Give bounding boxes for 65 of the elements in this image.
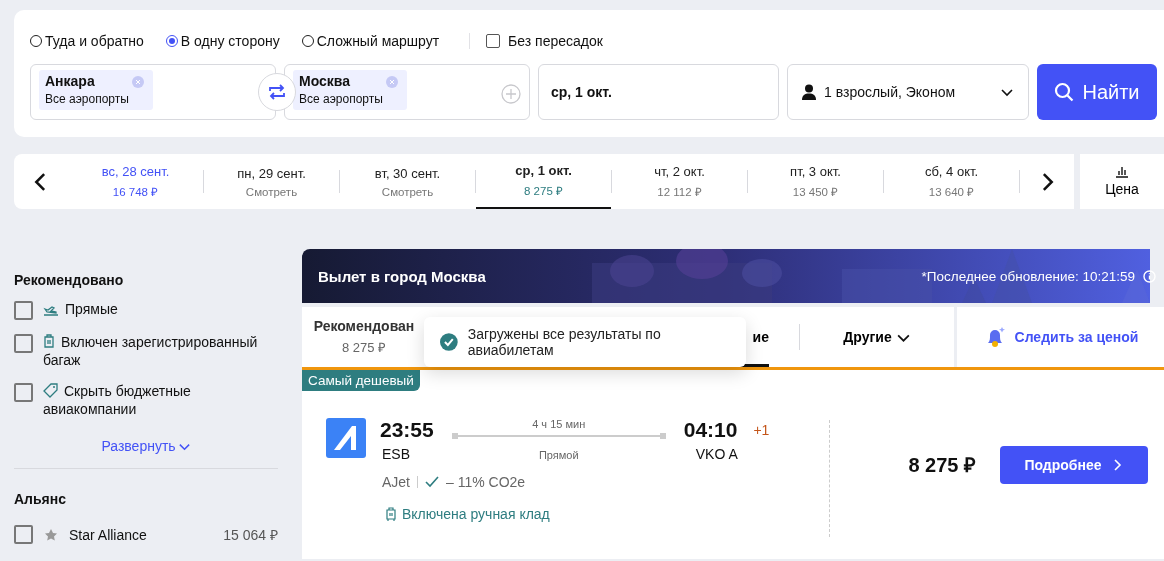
swap-icon <box>268 84 286 100</box>
date-tab[interactable]: чт, 2 окт. 12 112 ₽ <box>612 154 747 209</box>
date-tab[interactable]: пн, 29 сент. Смотреть <box>204 154 339 209</box>
date-tab[interactable]: ср, 1 окт. 8 275 ₽ <box>476 154 611 209</box>
to-field[interactable]: Москва Все аэропорты <box>284 64 530 120</box>
check-icon <box>425 476 439 488</box>
trip-type-radio[interactable]: Туда и обратно <box>30 33 144 49</box>
city-chip[interactable]: Москва Все аэропорты <box>293 70 407 110</box>
section-title: Рекомендовано <box>14 272 125 288</box>
star-icon <box>43 527 59 542</box>
airport-code: VKO A <box>694 446 739 462</box>
cheapest-badge: Самый дешевый <box>302 370 420 391</box>
filter-option[interactable]: Включен зарегистрированный багаж <box>14 333 278 369</box>
tag-icon <box>43 383 58 398</box>
expand-link[interactable]: Развернуть <box>101 438 191 454</box>
nonstop-checkbox[interactable]: Без пересадок <box>486 33 603 49</box>
stops-label: Прямой <box>538 449 579 461</box>
arrival-time: 04:10 <box>683 418 738 442</box>
date-tab[interactable]: вт, 30 сент. Смотреть <box>340 154 475 209</box>
search-button[interactable]: Найти <box>1037 64 1157 120</box>
airport-code: ESB <box>381 446 411 462</box>
trip-type-radio[interactable]: В одну сторону <box>165 33 280 49</box>
filter-option[interactable]: Прямые <box>14 300 278 320</box>
airline-name: AJet <box>382 474 410 490</box>
passengers-dropdown[interactable]: 1 взрослый, Эконом <box>787 64 1029 120</box>
co2-label: – 11% CO2e <box>446 474 526 490</box>
city-name: Москва <box>299 73 351 89</box>
city-name: Анкара <box>45 73 95 89</box>
trip-type-radio[interactable]: Сложный маршрут <box>301 33 440 49</box>
checkbox-icon[interactable] <box>14 301 33 320</box>
duration-label: 4 ч 15 мин <box>532 418 586 430</box>
date-tab[interactable]: вс, 28 сент. 16 748 ₽ <box>68 154 203 209</box>
airline-logo-icon <box>326 418 366 458</box>
checkbox-icon[interactable] <box>486 34 501 48</box>
toast-message: Загружены все результаты по авиабилетам <box>467 326 662 358</box>
alliance-option[interactable]: Star Alliance 15 064 ₽ <box>14 525 278 544</box>
departure-time: 23:55 <box>380 418 434 442</box>
from-field[interactable]: Анкара Все аэропорты <box>30 64 276 120</box>
baggage-label: Включена ручная клад <box>402 506 550 522</box>
filter-option[interactable]: Скрыть бюджетные авиакомпании <box>14 382 278 418</box>
day-offset: +1 <box>752 422 770 440</box>
flight-price: 8 275 ₽ <box>908 453 976 478</box>
suitcase-icon <box>43 334 55 349</box>
results-title: Вылет в город Москва <box>318 267 486 285</box>
city-chip[interactable]: Анкара Все аэропорты <box>39 70 153 110</box>
price-sort-button[interactable]: Цена <box>1080 154 1164 209</box>
checkbox-icon[interactable] <box>14 525 33 544</box>
airports-label: Все аэропорты <box>299 92 383 106</box>
update-time: *Последнее обновление: 10:21:59 <box>921 268 1135 284</box>
flight-card[interactable]: Самый дешевый 23:55 ESB 4 ч 15 мин Прямой 04:10 +1 VKO A AJet – 11% CO2e Включена ручная клад 8 275 ₽ Подробнее <box>302 370 1164 559</box>
search-icon <box>1054 82 1075 102</box>
bar-chart-icon <box>1115 166 1129 178</box>
section-title: Альянс <box>14 491 68 507</box>
details-button[interactable]: Подробнее <box>1000 445 1148 484</box>
date-field[interactable]: ср, 1 окт. <box>538 64 779 120</box>
swap-button[interactable] <box>258 73 296 111</box>
suitcase-icon <box>386 507 396 521</box>
person-icon <box>802 84 816 100</box>
airports-label: Все аэропорты <box>45 92 129 106</box>
date-tab[interactable]: пт, 3 окт. 13 450 ₽ <box>748 154 883 209</box>
checkbox-icon[interactable] <box>14 334 33 353</box>
check-circle-icon <box>440 333 458 351</box>
info-icon[interactable] <box>1143 269 1156 283</box>
checkbox-icon[interactable] <box>14 383 33 402</box>
date-tab[interactable]: сб, 4 окт. 13 640 ₽ <box>884 154 1019 209</box>
